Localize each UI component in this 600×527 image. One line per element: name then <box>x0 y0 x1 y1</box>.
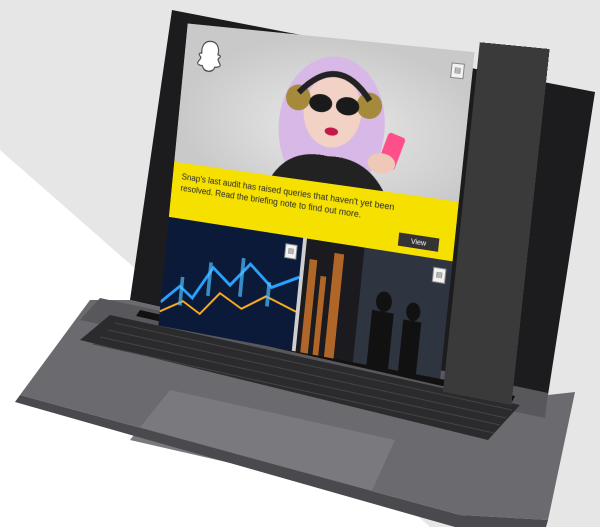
document-icon[interactable]: ▤ <box>450 62 466 80</box>
tile-stock-chart[interactable]: ▤ <box>158 216 304 351</box>
city-meeting-image <box>295 238 453 379</box>
laptop-screen: ▤ Snap's last audit has raised queries t… <box>149 13 550 405</box>
document-icon[interactable]: ▤ <box>284 243 298 260</box>
snapchat-ghost-icon[interactable] <box>194 38 226 76</box>
tile-city-meeting[interactable]: ▤ <box>295 238 453 379</box>
stock-chart-image <box>158 216 304 351</box>
app-screen: ▤ Snap's last audit has raised queries t… <box>158 23 475 379</box>
document-icon[interactable]: ▤ <box>431 266 447 285</box>
view-button[interactable]: View <box>397 232 440 252</box>
